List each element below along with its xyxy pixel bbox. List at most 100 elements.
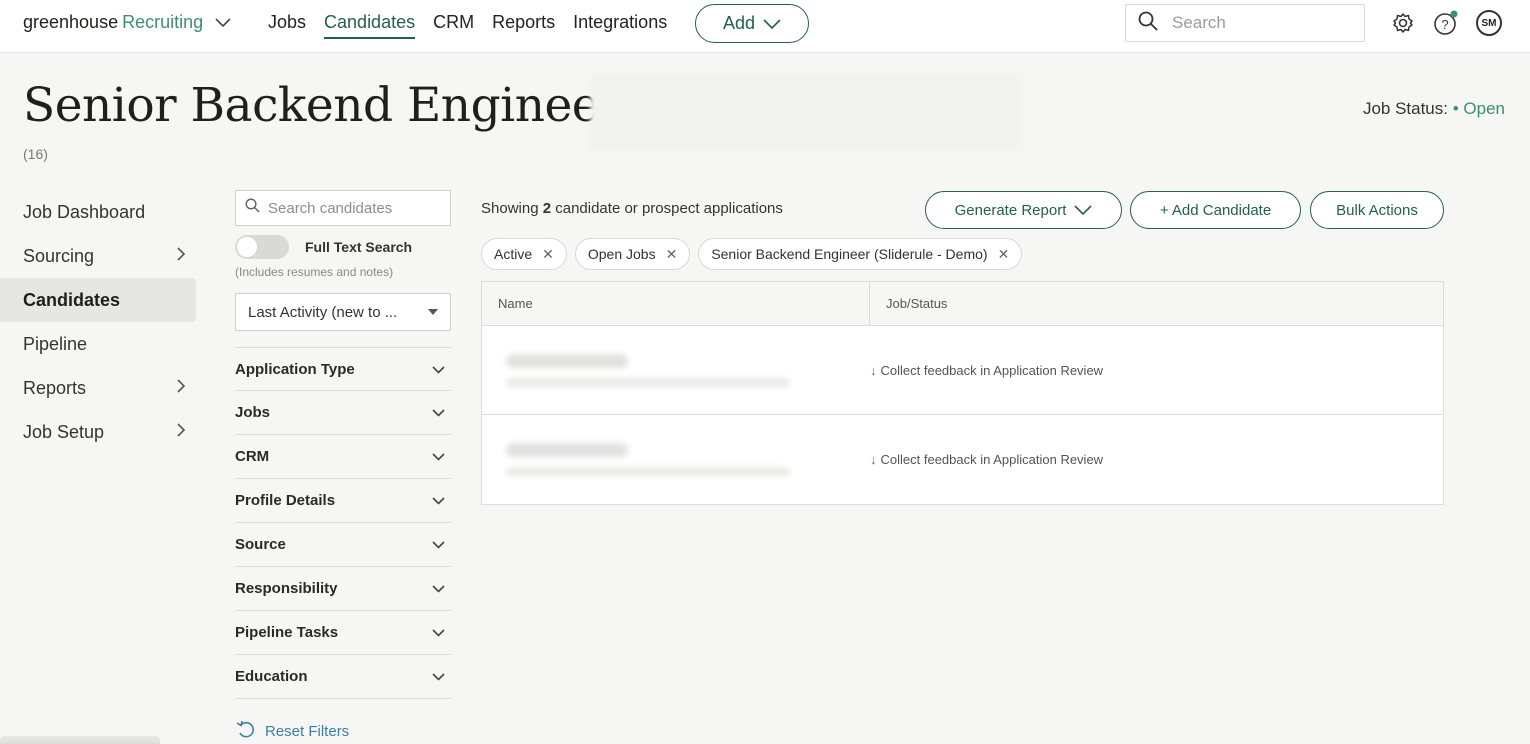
generate-report-label: Generate Report <box>954 201 1067 219</box>
job-status: Job Status: • Open <box>1363 99 1505 119</box>
filter-chip-active: Active ✕ <box>481 238 567 270</box>
candidate-search-input[interactable] <box>268 199 443 217</box>
candidate-count: (16) <box>23 146 48 162</box>
facet-application-type[interactable]: Application Type <box>235 348 451 391</box>
facet-label: Source <box>235 536 286 553</box>
avatar[interactable]: SM <box>1476 10 1502 36</box>
chip-label: Open Jobs <box>587 246 656 262</box>
chevron-down-icon <box>432 581 445 596</box>
global-search <box>1125 4 1365 42</box>
facet-label: CRM <box>235 448 270 465</box>
chip-label: Senior Backend Engineer (Sliderule - Dem… <box>711 246 988 262</box>
bulk-actions-button[interactable]: Bulk Actions <box>1310 191 1444 229</box>
chevron-down-icon <box>432 362 445 377</box>
generate-report-button[interactable]: Generate Report <box>925 191 1122 229</box>
sidebar-item-job-setup[interactable]: Job Setup <box>0 410 196 454</box>
chevron-down-icon <box>432 537 445 552</box>
filter-panel: Full Text Search (Includes resumes and n… <box>235 190 451 743</box>
results-summary-prefix: Showing <box>481 200 539 217</box>
bulk-actions-label: Bulk Actions <box>1336 201 1418 219</box>
nav-reports[interactable]: Reports <box>492 12 555 39</box>
chevron-down-icon <box>763 13 781 34</box>
nav-candidates[interactable]: Candidates <box>324 12 416 39</box>
close-icon[interactable]: ✕ <box>542 246 554 263</box>
chevron-down-icon <box>432 449 445 464</box>
column-header-job-status[interactable]: Job/Status <box>870 282 947 325</box>
sidebar-item-reports[interactable]: Reports <box>0 366 196 410</box>
sidebar-item-label: Job Dashboard <box>23 201 146 222</box>
results-summary-suffix: candidate or prospect applications <box>555 200 783 217</box>
close-icon[interactable]: ✕ <box>666 246 678 263</box>
chevron-down-icon <box>432 405 445 420</box>
chevron-down-icon <box>432 625 445 640</box>
chevron-down-icon <box>215 15 231 31</box>
status-text[interactable]: Collect feedback in Application Review <box>881 363 1104 378</box>
redacted-candidate-name[interactable] <box>506 353 628 368</box>
candidate-search <box>235 190 451 226</box>
global-search-input[interactable] <box>1172 13 1352 33</box>
filter-chip-open-jobs: Open Jobs ✕ <box>574 238 691 270</box>
add-candidate-label: + Add Candidate <box>1159 201 1272 219</box>
results-count: 2 <box>542 200 552 217</box>
sidebar-item-pipeline[interactable]: Pipeline <box>0 322 196 366</box>
redacted-candidate-title <box>506 467 790 476</box>
chevron-down-icon <box>432 669 445 684</box>
help-question-icon[interactable]: ? <box>1433 10 1459 36</box>
active-filter-chips: Active ✕ Open Jobs ✕ Senior Backend Engi… <box>481 238 1023 270</box>
sidebar-item-candidates[interactable]: Candidates <box>0 278 196 322</box>
bottom-edge-shadow <box>0 736 160 744</box>
sidebar-item-label: Reports <box>23 377 87 398</box>
chevron-down-icon <box>1074 202 1092 219</box>
facet-crm[interactable]: CRM <box>235 435 451 479</box>
settings-gear-icon[interactable] <box>1390 10 1416 36</box>
close-icon[interactable]: ✕ <box>998 246 1010 263</box>
job-status-value[interactable]: • Open <box>1453 99 1505 118</box>
full-text-search-row: Full Text Search <box>235 235 451 259</box>
caret-down-icon <box>428 307 438 318</box>
job-status-cell: ↓ Collect feedback in Application Review <box>870 415 1103 504</box>
sort-select[interactable]: Last Activity (new to ... <box>235 293 451 331</box>
facet-source[interactable]: Source <box>235 523 451 567</box>
facet-jobs[interactable]: Jobs <box>235 391 451 435</box>
facet-label: Education <box>235 668 308 685</box>
full-text-search-note: (Includes resumes and notes) <box>235 265 394 279</box>
chevron-right-icon <box>176 422 186 443</box>
results-summary: Showing 2 candidate or prospect applicat… <box>481 200 783 217</box>
facet-label: Profile Details <box>235 492 336 509</box>
facet-education[interactable]: Education <box>235 655 451 699</box>
arrow-down-icon: ↓ <box>870 452 877 467</box>
candidates-table: Name Job/Status ↓ Collect feedback in Ap… <box>481 281 1444 505</box>
sort-select-value: Last Activity (new to ... <box>248 303 398 321</box>
table-row[interactable]: ↓ Collect feedback in Application Review <box>482 326 1443 415</box>
product-name: Recruiting <box>122 12 204 32</box>
redacted-candidate-name[interactable] <box>506 443 628 457</box>
nav-crm[interactable]: CRM <box>433 12 474 39</box>
brand-name: greenhouse <box>23 12 119 32</box>
chip-label: Active <box>494 246 533 262</box>
job-status-cell: ↓ Collect feedback in Application Review <box>870 326 1103 414</box>
product-switcher[interactable]: greenhouse Recruiting <box>23 12 231 33</box>
nav-integrations[interactable]: Integrations <box>573 12 667 39</box>
facet-profile-details[interactable]: Profile Details <box>235 479 451 523</box>
facet-label: Pipeline Tasks <box>235 624 339 641</box>
table-row[interactable]: ↓ Collect feedback in Application Review <box>482 415 1443 504</box>
column-header-name[interactable]: Name <box>482 282 870 325</box>
facet-list: Application Type Jobs CRM Profile Detail… <box>235 347 451 699</box>
add-candidate-button[interactable]: + Add Candidate <box>1130 191 1301 229</box>
candidate-name-cell <box>482 326 870 414</box>
add-button[interactable]: Add <box>695 4 809 43</box>
reset-filters-link[interactable]: Reset Filters <box>235 719 451 743</box>
sidebar-item-job-dashboard[interactable]: Job Dashboard <box>0 190 196 234</box>
sidebar-item-label: Sourcing <box>23 245 95 266</box>
main-nav: Jobs Candidates CRM Reports Integrations <box>268 12 667 39</box>
redacted-candidate-title <box>506 377 790 387</box>
sidebar-item-label: Job Setup <box>23 421 105 442</box>
filter-chip-job: Senior Backend Engineer (Sliderule - Dem… <box>698 238 1023 270</box>
sidebar-item-sourcing[interactable]: Sourcing <box>0 234 196 278</box>
facet-pipeline-tasks[interactable]: Pipeline Tasks <box>235 611 451 655</box>
facet-responsibility[interactable]: Responsibility <box>235 567 451 611</box>
redacted-region <box>590 74 1022 150</box>
nav-jobs[interactable]: Jobs <box>268 12 306 39</box>
status-text[interactable]: Collect feedback in Application Review <box>881 452 1104 467</box>
full-text-search-toggle[interactable] <box>235 235 289 259</box>
